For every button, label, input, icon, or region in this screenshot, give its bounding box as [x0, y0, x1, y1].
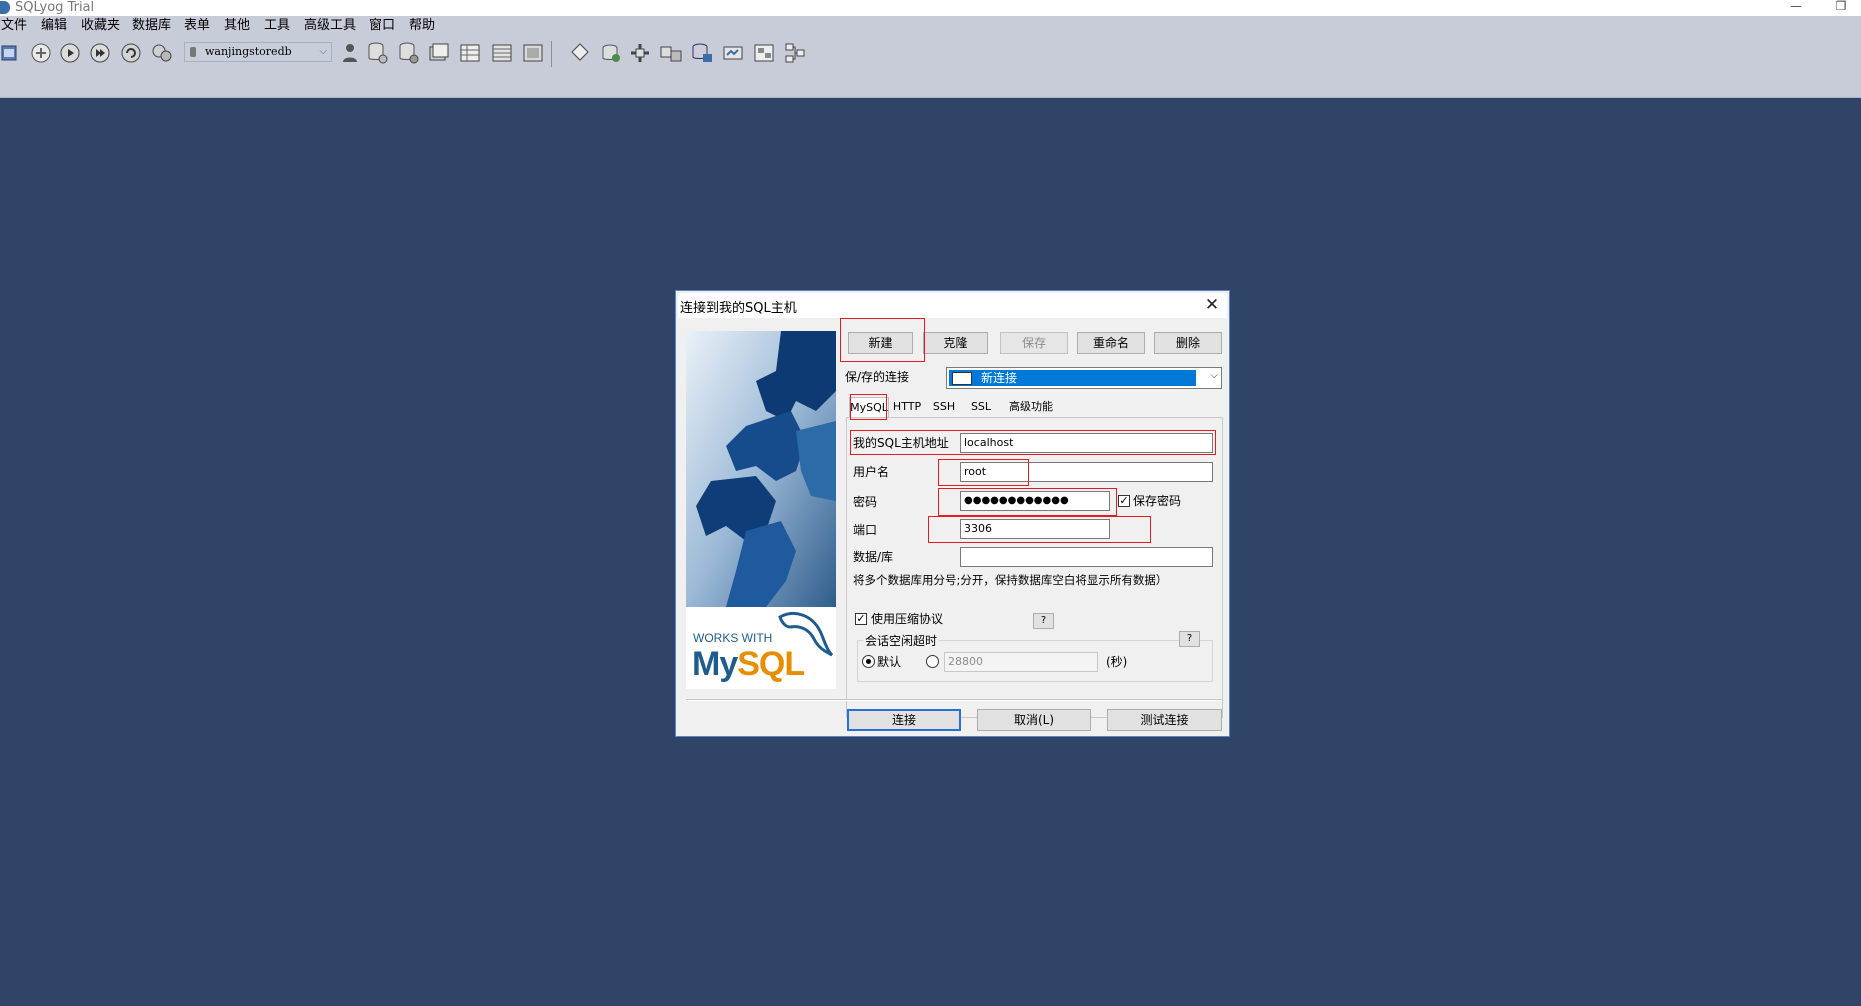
window-titlebar: SQLyog Trial — ❐ [0, 0, 1861, 16]
host-label: 我的SQL主机地址 [853, 436, 949, 450]
menu-favorites[interactable]: 收藏夹 [81, 18, 120, 34]
test-connection-button[interactable]: 测试连接 [1107, 709, 1222, 731]
timeout-default-radio[interactable] [862, 655, 875, 668]
new-button[interactable]: 新建 [848, 332, 913, 354]
export-icon[interactable] [628, 41, 652, 65]
save-button[interactable]: 保存 [1000, 332, 1068, 354]
puzzle-image: WORKS WITH MySQL [686, 331, 836, 689]
connect-dialog: 连接到我的SQL主机 ✕ WORKS WITH MySQL 新建 克隆 保存 重… [675, 290, 1230, 737]
tab-ssh[interactable]: SSH [928, 397, 960, 417]
compression-checkbox[interactable]: ✓ [855, 613, 867, 625]
db-alter-icon[interactable] [396, 41, 420, 65]
backup-icon[interactable] [690, 41, 714, 65]
dialog-titlebar: 连接到我的SQL主机 ✕ [678, 293, 1227, 318]
execute-icon[interactable] [58, 41, 82, 65]
menu-advanced-tools[interactable]: 高级工具 [304, 18, 356, 34]
db-query-icon[interactable] [427, 41, 451, 65]
menu-window[interactable]: 窗口 [369, 18, 395, 34]
menu-file[interactable]: 文件 [1, 18, 27, 34]
delete-button[interactable]: 删除 [1154, 332, 1222, 354]
username-label: 用户名 [853, 465, 890, 479]
toolbar-separator [551, 41, 552, 67]
stop-icon[interactable] [150, 41, 174, 65]
timeout-unit: (秒) [1106, 655, 1128, 669]
window-title: SQLyog Trial [15, 0, 95, 15]
database-icon [190, 47, 196, 57]
schema-icon[interactable] [568, 41, 592, 65]
refresh-icon[interactable] [119, 41, 143, 65]
save-password-label: 保存密码 [1133, 494, 1182, 508]
user-icon[interactable] [338, 41, 362, 65]
timeout-help-button[interactable]: ? [1179, 631, 1200, 647]
restore-button[interactable]: ❐ [1821, 0, 1861, 16]
connect-icon[interactable] [29, 41, 53, 65]
port-label: 端口 [853, 523, 878, 537]
chevron-down-icon: ⌵ [319, 46, 327, 57]
tab-mysql[interactable]: MySQL [849, 397, 889, 418]
saved-connection-select[interactable]: 新连接 ⌵ [946, 367, 1222, 389]
port-input[interactable]: 3306 [960, 519, 1110, 539]
tab-advanced[interactable]: 高级功能 [1001, 397, 1061, 417]
database-hint: 将多个数据库用分号;分开，保持数据库空白将显示所有数据） [853, 573, 1168, 587]
compression-help-button[interactable]: ? [1033, 613, 1054, 629]
menu-bar: 文件 编辑 收藏夹 数据库 表单 其他 工具 高级工具 窗口 帮助 [0, 16, 1861, 36]
sync-icon[interactable] [659, 41, 683, 65]
app-icon [0, 1, 10, 14]
toolbar: wanjingstoredb ⌵ [0, 36, 1861, 98]
connect-button[interactable]: 连接 [847, 709, 961, 731]
password-input[interactable]: ●●●●●●●●●●●● [960, 491, 1110, 511]
menu-edit[interactable]: 编辑 [41, 18, 67, 34]
saved-connection-label: 保/存的连接 [845, 370, 910, 384]
database-input[interactable] [960, 547, 1213, 567]
menu-other[interactable]: 其他 [224, 18, 250, 34]
timeout-custom-radio[interactable] [926, 655, 939, 668]
tab-http[interactable]: HTTP [888, 397, 926, 417]
save-password-checkbox[interactable]: ✓ [1118, 495, 1130, 507]
menu-tools[interactable]: 工具 [264, 18, 290, 34]
works-with-text: WORKS WITH [693, 631, 773, 645]
table-data-icon[interactable] [490, 41, 514, 65]
mysql-wordmark: MySQL [692, 645, 805, 683]
close-icon[interactable]: ✕ [1201, 294, 1223, 316]
chevron-down-icon: ⌵ [1210, 370, 1218, 381]
dialog-divider [686, 699, 1222, 701]
table-create-icon[interactable] [458, 41, 482, 65]
menu-table[interactable]: 表单 [184, 18, 210, 34]
username-input[interactable]: root [960, 462, 1213, 482]
cancel-button[interactable]: 取消(L) [977, 709, 1091, 731]
table-index-icon[interactable] [521, 41, 545, 65]
menu-database[interactable]: 数据库 [132, 18, 171, 34]
tab-ssl[interactable]: SSL [965, 397, 997, 417]
minimize-button[interactable]: — [1776, 0, 1816, 16]
connection-color-swatch [952, 372, 972, 385]
menu-help[interactable]: 帮助 [409, 18, 435, 34]
import-icon[interactable] [599, 41, 623, 65]
execute-all-icon[interactable] [88, 41, 112, 65]
database-label: 数据/库 [853, 550, 894, 564]
selected-connection: 新连接 [949, 370, 1196, 386]
compression-label: 使用压缩协议 [871, 612, 944, 626]
job-icon[interactable] [752, 41, 776, 65]
dialog-title: 连接到我的SQL主机 [680, 301, 797, 316]
timeout-default-label: 默认 [877, 655, 902, 669]
new-connection-icon[interactable] [0, 41, 24, 65]
designer-icon[interactable] [783, 41, 807, 65]
host-input[interactable]: localhost [960, 433, 1213, 453]
puzzle-illustration [686, 331, 836, 607]
database-selector[interactable]: wanjingstoredb ⌵ [184, 42, 332, 62]
timeout-group-label: 会话空闲超时 [863, 633, 940, 649]
clone-button[interactable]: 克隆 [923, 332, 988, 354]
rename-button[interactable]: 重命名 [1077, 332, 1145, 354]
db-create-icon[interactable] [365, 41, 389, 65]
password-label: 密码 [853, 495, 878, 509]
restore-icon[interactable] [721, 41, 745, 65]
timeout-input[interactable]: 28800 [944, 652, 1098, 672]
